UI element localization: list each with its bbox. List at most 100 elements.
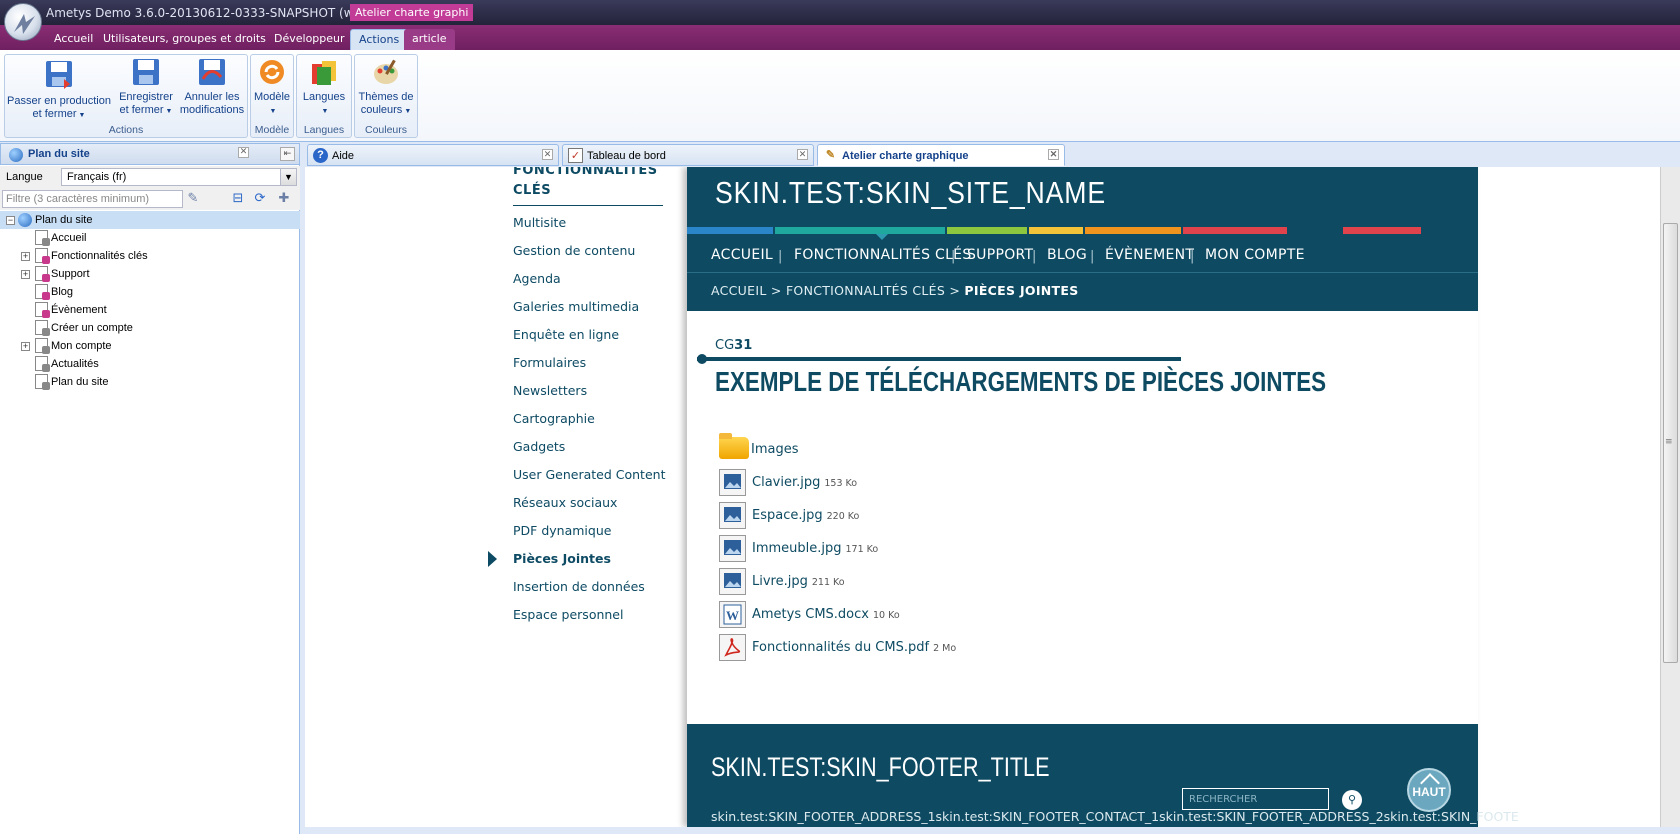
- collapse-all-icon[interactable]: ⊟: [230, 191, 246, 207]
- tab-label: Tableau de bord: [587, 150, 666, 162]
- nav-blog[interactable]: BLOG: [1047, 247, 1087, 263]
- tree-item-mon-compte[interactable]: + Mon compte: [0, 337, 300, 355]
- app-logo-icon[interactable]: [4, 3, 42, 41]
- footer-address: skin.test:SKIN_FOOTER_ADDRESS_1skin.test…: [711, 809, 1519, 824]
- sidenav-item[interactable]: PDF dynamique: [513, 523, 611, 538]
- tab-actions[interactable]: Actions: [350, 29, 409, 50]
- sidenav-section-title: FONCTIONNALITÉS CLÉS: [513, 167, 663, 206]
- template-button[interactable]: Modèle ▼: [253, 57, 291, 118]
- sidenav-item[interactable]: Gadgets: [513, 439, 565, 454]
- tree-item-support[interactable]: + Support: [0, 265, 300, 283]
- tab-article[interactable]: article: [404, 29, 455, 50]
- site-header: SKIN.TEST:SKIN_SITE_NAME ACCUEIL | FONCT…: [687, 167, 1478, 311]
- tab-utilisateurs[interactable]: Utilisateurs, groupes et droits: [95, 29, 274, 50]
- content-scrollbar[interactable]: ≡: [1660, 167, 1680, 827]
- tree-item-evenement[interactable]: Évènement: [0, 301, 300, 319]
- sidenav-item[interactable]: Insertion de données: [513, 579, 645, 594]
- tree-label: Plan du site: [51, 376, 109, 388]
- refresh-icon[interactable]: ⟳: [252, 191, 268, 207]
- site-name[interactable]: SKIN.TEST:SKIN_SITE_NAME: [715, 175, 1106, 211]
- tab-atelier-charte[interactable]: ✎ Atelier charte graphique ✕: [817, 144, 1065, 166]
- close-icon[interactable]: ✕: [797, 149, 808, 160]
- languages-label: Langues: [302, 91, 346, 103]
- search-icon[interactable]: ⚲: [1342, 790, 1362, 810]
- tree-item-actualites[interactable]: Actualités: [0, 355, 300, 373]
- nav-separator: |: [1090, 249, 1095, 264]
- group-label-modele: Modèle: [254, 124, 290, 136]
- publish-and-close-button[interactable]: Passer en production et fermer ▼: [7, 57, 111, 122]
- expand-toggle-icon[interactable]: +: [21, 342, 30, 351]
- tree-item-fonctionnalites[interactable]: + Fonctionnalités clés: [0, 247, 300, 265]
- page-icon: [35, 284, 50, 300]
- collapse-panel-icon[interactable]: ⇤: [280, 147, 295, 161]
- close-icon[interactable]: ✕: [1048, 149, 1059, 160]
- context-tab-label[interactable]: Atelier charte graphi: [350, 4, 474, 21]
- close-icon[interactable]: ✕: [542, 149, 553, 160]
- color-band-segment: [687, 227, 773, 234]
- expand-toggle-icon[interactable]: +: [21, 270, 30, 279]
- sidenav-item[interactable]: Formulaires: [513, 355, 586, 370]
- sidenav-item[interactable]: User Generated Content: [513, 467, 665, 482]
- save-label-2: et fermer: [119, 104, 164, 116]
- site-footer: SKIN.TEST:SKIN_FOOTER_TITLE RECHERCHER ⚲…: [687, 724, 1519, 827]
- nav-separator: |: [1190, 249, 1195, 264]
- nav-accueil[interactable]: ACCUEIL: [711, 247, 773, 263]
- tab-developpeur[interactable]: Développeur: [266, 29, 353, 50]
- tree-item-plan-du-site[interactable]: Plan du site: [0, 373, 300, 391]
- tab-tableau-de-bord[interactable]: ✓ Tableau de bord ✕: [562, 144, 814, 166]
- publish-label-1: Passer en production: [7, 95, 111, 107]
- page-icon: [35, 320, 50, 336]
- folder-icon[interactable]: [719, 433, 749, 459]
- color-band-segment: [1085, 227, 1181, 234]
- language-value: Français (fr): [67, 171, 127, 183]
- sidenav-item[interactable]: Espace personnel: [513, 607, 623, 622]
- tab-accueil[interactable]: Accueil: [46, 29, 101, 50]
- breadcrumb-fonctionnalites[interactable]: FONCTIONNALITÉS CLÉS: [786, 283, 945, 298]
- close-icon[interactable]: ✕: [238, 147, 249, 158]
- sidenav-item[interactable]: Cartographie: [513, 411, 595, 426]
- tree-item-creer-compte[interactable]: Créer un compte: [0, 319, 300, 337]
- cancel-changes-button[interactable]: Annuler les modifications: [177, 57, 247, 117]
- page-icon: [35, 302, 50, 318]
- nav-fonctionnalites[interactable]: FONCTIONNALITÉS CLÉS: [794, 247, 972, 263]
- collapse-toggle-icon[interactable]: −: [6, 216, 15, 225]
- sidenav-item[interactable]: Newsletters: [513, 383, 587, 398]
- sidenav-item[interactable]: Multisite: [513, 215, 566, 230]
- page-icon: [35, 374, 50, 390]
- sidenav-item[interactable]: Agenda: [513, 271, 561, 286]
- breadcrumb: ACCUEIL > FONCTIONNALITÉS CLÉS > PIÈCES …: [711, 283, 1079, 298]
- group-label-langues: Langues: [303, 124, 345, 136]
- sidenav-item[interactable]: Gestion de contenu: [513, 243, 635, 258]
- sidenav-item[interactable]: Galeries multimedia: [513, 299, 639, 314]
- tab-aide[interactable]: ? Aide ✕: [307, 144, 559, 166]
- page-icon: [35, 266, 50, 282]
- sidenav-item[interactable]: Réseaux sociaux: [513, 495, 617, 510]
- sidenav-item[interactable]: Enquête en ligne: [513, 327, 619, 342]
- chevron-down-icon[interactable]: ▼: [280, 169, 296, 185]
- clear-filter-icon[interactable]: ✎: [185, 191, 201, 207]
- color-themes-button[interactable]: Thèmes de couleurs ▼: [357, 57, 415, 118]
- nav-evenement[interactable]: ÉVÈNEMENT: [1105, 247, 1194, 263]
- tree-label: Évènement: [51, 304, 107, 316]
- save-and-close-button[interactable]: Enregistrer et fermer ▼: [115, 57, 177, 118]
- search-input[interactable]: RECHERCHER: [1182, 788, 1329, 810]
- tree-item-accueil[interactable]: Accueil: [0, 229, 300, 247]
- nav-separator: |: [778, 249, 783, 264]
- sitemap-panel: Plan du site ✕ ⇤ Langue Français (fr) ▼ …: [0, 143, 300, 834]
- tree-item-blog[interactable]: Blog: [0, 283, 300, 301]
- language-select[interactable]: Français (fr) ▼: [61, 168, 297, 186]
- pdf-file-icon: [719, 634, 746, 661]
- filter-input[interactable]: Filtre (3 caractères minimum): [2, 190, 183, 208]
- plugin-icon[interactable]: ✚: [276, 191, 292, 207]
- cancel-save-icon: [199, 59, 225, 85]
- tree-root[interactable]: − Plan du site: [0, 211, 300, 229]
- sidenav-item-active[interactable]: Pièces Jointes: [513, 551, 611, 566]
- languages-button[interactable]: Langues ▼: [299, 57, 349, 118]
- site-main: SKIN.TEST:SKIN_SITE_NAME ACCUEIL | FONCT…: [687, 167, 1519, 827]
- back-to-top-button[interactable]: HAUT: [1407, 768, 1451, 812]
- nav-mon-compte[interactable]: MON COMPTE: [1205, 247, 1305, 263]
- expand-toggle-icon[interactable]: +: [21, 252, 30, 261]
- breadcrumb-accueil[interactable]: ACCUEIL: [711, 283, 767, 298]
- nav-support[interactable]: SUPPORT: [967, 247, 1033, 263]
- image-file-icon: [719, 568, 746, 595]
